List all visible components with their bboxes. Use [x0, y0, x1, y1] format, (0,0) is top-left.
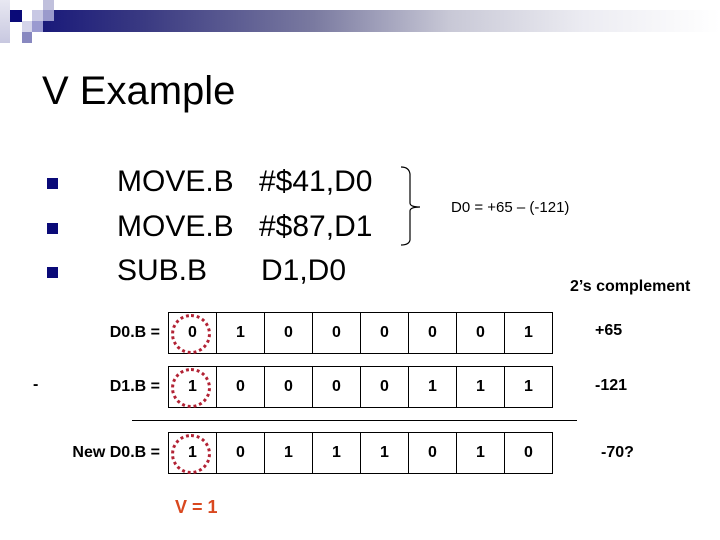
bit-cell: 0 [457, 312, 505, 354]
decor-square-light [22, 21, 32, 32]
bit-cell: 0 [265, 312, 313, 354]
bit-cell: 0 [361, 312, 409, 354]
code-args: #$41,D0 [259, 165, 373, 198]
bit-cell: 1 [505, 312, 553, 354]
bit-cell: 0 [265, 366, 313, 408]
code-args: D1,D0 [261, 254, 347, 287]
row-label-new-d0: New D0.B = [72, 444, 160, 461]
sum-divider-line [132, 420, 577, 421]
bit-cell: 1 [505, 366, 553, 408]
slide-title: V Example [42, 69, 236, 113]
decor-square-medium [32, 21, 43, 32]
code-op: SUB.B [117, 254, 208, 287]
bit-cell: 0 [217, 432, 265, 474]
bit-row-new-d0: 1 0 1 1 1 0 1 0 [168, 432, 553, 474]
overflow-flag: V = 1 [175, 497, 218, 517]
complement-note: 2’s complement [570, 278, 691, 295]
code-line: MOVE.B #$87,D1 [117, 210, 372, 244]
decor-square-light [43, 0, 54, 10]
bit-cell: 1 [265, 432, 313, 474]
bit-cell: 0 [313, 312, 361, 354]
bit-cell: 0 [409, 312, 457, 354]
row-label-d0: D0.B = [109, 324, 160, 341]
bit-cell: 0 [505, 432, 553, 474]
decimal-value-new-d0: -70? [601, 444, 634, 461]
code-line: MOVE.B #$41,D0 [117, 165, 372, 199]
bit-cell: 0 [361, 366, 409, 408]
bullet-icon [47, 178, 58, 189]
decor-square-dark [10, 10, 22, 22]
decimal-value-d1: -121 [595, 377, 628, 394]
decor-square-light [32, 10, 43, 21]
brace-note: D0 = +65 – (-121) [451, 199, 570, 216]
sign-bit-circle [171, 434, 211, 474]
bit-cell: 1 [313, 432, 361, 474]
decor-square-medium [22, 32, 32, 43]
bit-row-d1: 1 0 0 0 0 1 1 1 [168, 366, 553, 408]
decimal-value-d0: +65 [595, 322, 623, 339]
code-op: MOVE.B [117, 165, 234, 198]
sign-bit-circle [171, 368, 211, 408]
brace-icon [400, 166, 421, 246]
bit-cell: 0 [409, 432, 457, 474]
bit-cell: 1 [409, 366, 457, 408]
header-decoration-strip [0, 0, 10, 43]
code-line: SUB.B D1,D0 [117, 254, 346, 288]
bullet-icon [47, 223, 58, 234]
bit-cell: 0 [313, 366, 361, 408]
subtract-operator: - [33, 376, 39, 393]
code-op: MOVE.B [117, 210, 234, 243]
sign-bit-circle [171, 314, 211, 354]
bit-cell: 1 [217, 312, 265, 354]
bit-row-d0: 0 1 0 0 0 0 0 1 [168, 312, 553, 354]
bullet-icon [47, 267, 58, 278]
header-gradient-bar [43, 10, 720, 32]
bit-cell: 1 [361, 432, 409, 474]
bit-cell: 1 [457, 432, 505, 474]
decor-square-medium [43, 10, 54, 21]
bit-cell: 1 [457, 366, 505, 408]
bit-cell: 0 [217, 366, 265, 408]
code-args: #$87,D1 [259, 210, 373, 243]
